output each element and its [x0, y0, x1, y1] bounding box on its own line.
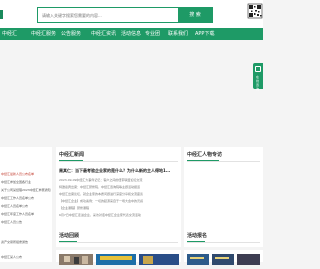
- news-item[interactable]: 2023-09-09中经汇大事件记忆：客户之间的纽带联盟论坛交流: [59, 178, 179, 182]
- news-item[interactable]: 中经汇出席论坛，就企业家的本质问题进行深度分享和交流座谈: [59, 192, 179, 196]
- online-consult-label: 在线咨询: [256, 75, 260, 91]
- left-list-item[interactable]: 中经汇人员公告: [1, 220, 22, 224]
- left-list-item[interactable]: 中经汇工作人员名单公布: [1, 196, 34, 200]
- nav-item-home[interactable]: 中经汇: [2, 28, 17, 40]
- chat-icon: [255, 66, 261, 72]
- site-logo[interactable]: [0, 10, 3, 19]
- news-headline[interactable]: 周其仁：当下最考验企业家的是什么？为什么新的主人得地1...: [59, 168, 179, 174]
- nav-item-announcements[interactable]: 公告服务: [61, 28, 81, 40]
- left-list-item[interactable]: 中经汇人员名单公布: [1, 204, 28, 208]
- news-item[interactable]: 【企业课程】研修课程: [59, 206, 179, 210]
- left-list-panel: 中经汇最新人员公布名单 中经汇参加全国各行业 关于公司某经理2023中经汇参赛通…: [0, 147, 52, 262]
- left-list-item[interactable]: 中经汇某人公布: [1, 255, 22, 259]
- events-review-thumbnails: [56, 250, 181, 265]
- qr-code-image: [247, 3, 263, 23]
- event-signup-thumbnails: [184, 250, 263, 265]
- interviews-panel: 中经汇人物专访 活动报名: [184, 147, 263, 247]
- main-nav: 中经汇 中经汇服务 公告服务 中经汇资讯 活动信息 专业团 联系我们 APP下载: [0, 28, 263, 40]
- news-panel: 中经汇新闻 周其仁：当下最考验企业家的是什么？为什么新的主人得地1... 202…: [56, 147, 181, 247]
- search-input[interactable]: [40, 8, 182, 22]
- nav-item-events[interactable]: 活动信息: [121, 28, 141, 40]
- left-list-item[interactable]: 中经汇参加全国各行业: [1, 180, 31, 184]
- search-button[interactable]: 搜 索: [178, 8, 212, 22]
- news-item[interactable]: 6月7日中经汇走进企业，采访对话中经汇企业家代表交流活动: [59, 213, 179, 217]
- left-list-item[interactable]: 关于公司某经理2023中经汇参赛通知: [1, 188, 51, 192]
- nav-item-app-download[interactable]: APP下载: [195, 28, 214, 40]
- news-panel-title: 中经汇新闻: [59, 152, 85, 158]
- events-review-title: 活动回顾: [59, 233, 80, 239]
- divider: [187, 242, 260, 243]
- thumbnail-strip: [187, 254, 260, 265]
- event-signup-title: 活动报名: [187, 233, 208, 239]
- left-list-item[interactable]: 中经汇年度工作人员名单: [1, 212, 34, 216]
- nav-item-experts[interactable]: 专业团: [145, 28, 160, 40]
- nav-item-contact[interactable]: 联系我们: [168, 28, 188, 40]
- nav-item-services[interactable]: 中经汇服务: [31, 28, 56, 40]
- divider: [187, 161, 260, 162]
- left-list-item[interactable]: 中经汇最新人员公布名单: [1, 172, 34, 176]
- divider: [59, 161, 178, 162]
- interviews-panel-title: 中经汇人物专访: [187, 152, 223, 158]
- online-consult-tab[interactable]: 在线咨询: [253, 63, 263, 91]
- search-bar: 搜 索: [37, 7, 213, 23]
- nav-item-news[interactable]: 中经汇资讯: [91, 28, 116, 40]
- site-header: 搜 索: [0, 0, 263, 28]
- divider: [59, 242, 178, 243]
- left-list-item[interactable]: 资产交易所组委通告: [1, 240, 28, 244]
- news-item[interactable]: 【中经汇企业】成功案例：一切的起源来自于一场大会中的灵感: [59, 199, 179, 203]
- thumbnail-strip: [59, 254, 179, 265]
- news-item[interactable]: 特邀嘉宾出席：中经汇研修院、中经汇咨询院等主题活动报道: [59, 185, 179, 189]
